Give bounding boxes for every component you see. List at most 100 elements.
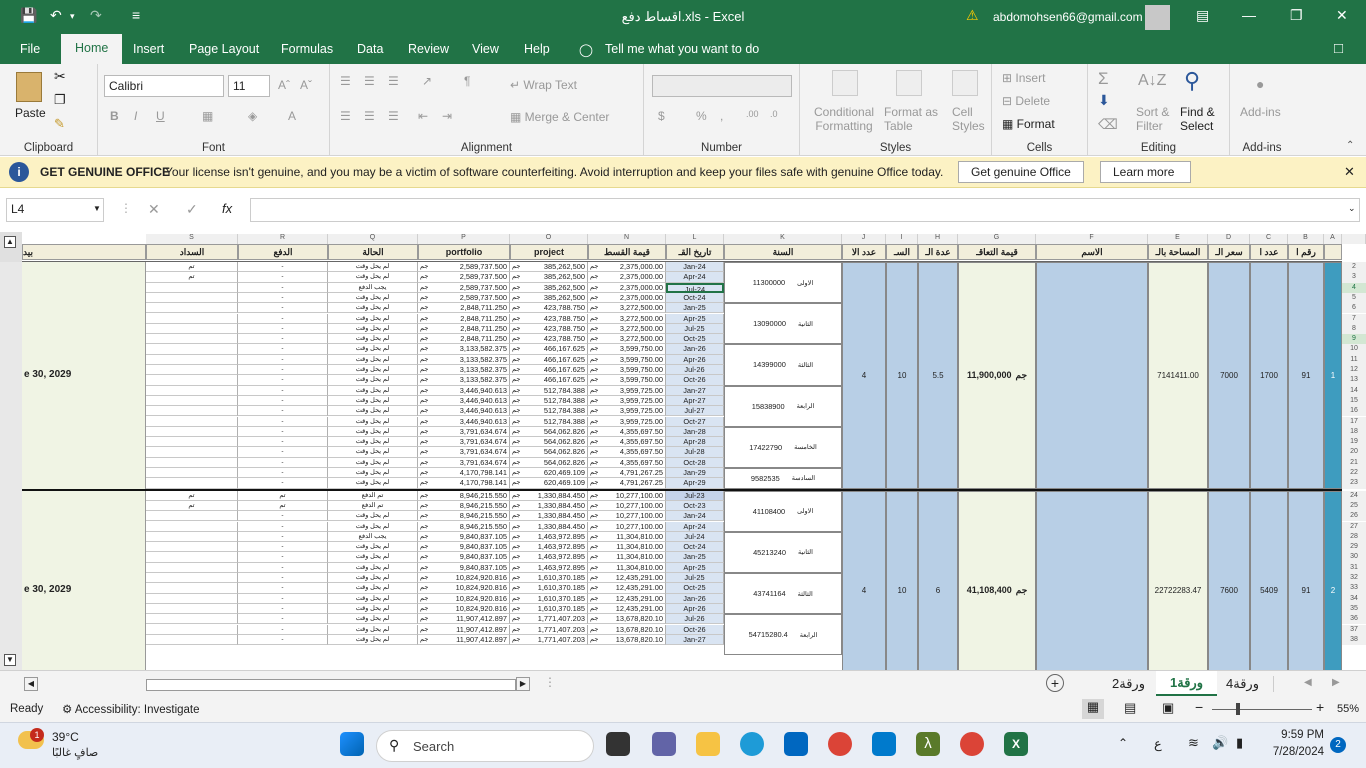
vscode-icon[interactable] xyxy=(872,732,896,756)
fill-color-icon[interactable]: ◈ xyxy=(248,109,257,123)
cell-q[interactable]: لم يحل وقت xyxy=(328,603,418,615)
cell-l[interactable]: Jul-25 xyxy=(666,573,724,584)
cell-o[interactable]: جم 620,469.109 xyxy=(510,478,588,489)
row-number[interactable]: 31 xyxy=(1342,562,1366,573)
cell-p[interactable]: جم 2,848,711.250 xyxy=(418,334,510,345)
font-name-box[interactable]: Calibri xyxy=(104,75,224,97)
cell-l[interactable]: Jan-24 xyxy=(666,262,724,273)
cell-o[interactable]: جم 466,167.625 xyxy=(510,354,588,365)
column-letter-a[interactable]: A xyxy=(1324,234,1342,244)
column-letter-c[interactable]: C xyxy=(1250,234,1288,244)
cell-n[interactable]: جم 10,277,100.00 xyxy=(588,490,666,501)
cell-s[interactable]: تم xyxy=(146,272,238,283)
task-view-icon[interactable] xyxy=(606,732,630,756)
cell-s[interactable] xyxy=(146,624,238,635)
align-top-icon[interactable]: ☰ xyxy=(340,74,351,88)
column-letter-q[interactable]: Q xyxy=(328,234,418,244)
align-bottom-icon[interactable]: ☰ xyxy=(388,74,399,88)
cell-p[interactable]: جم 2,589,737.500 xyxy=(418,262,510,273)
cell-q[interactable]: لم يحل وقت xyxy=(328,624,418,635)
cell-n[interactable]: جم 3,599,750.00 xyxy=(588,365,666,376)
year-cell[interactable]: 15838900 الرابعة xyxy=(724,385,842,427)
enter-icon[interactable]: ✓ xyxy=(186,201,198,218)
cell-o[interactable]: جم 1,330,884.450 xyxy=(510,521,588,532)
restore-icon[interactable]: ❐ xyxy=(1290,7,1303,24)
battery-icon[interactable]: ▮ xyxy=(1236,735,1243,751)
avatar[interactable] xyxy=(1145,5,1170,30)
cell-q[interactable]: لم يحل وقت xyxy=(328,262,418,273)
cancel-icon[interactable]: ✕ xyxy=(148,201,160,218)
tell-me-search[interactable]: Tell me what you want to do xyxy=(605,42,759,56)
cell-l[interactable]: Apr-25 xyxy=(666,313,724,324)
cell-s[interactable] xyxy=(146,614,238,625)
column-letter-k[interactable]: K xyxy=(724,234,842,244)
cell-o[interactable]: جم 423,788.750 xyxy=(510,313,588,324)
page-layout-view-icon[interactable]: ▤ xyxy=(1124,700,1136,716)
year-cell[interactable]: 43741164 الثالثة xyxy=(724,573,842,615)
cell-o[interactable]: جم 1,771,407.203 xyxy=(510,634,588,646)
cell-o[interactable]: جم 385,262,500 xyxy=(510,292,588,304)
cell-o[interactable]: جم 423,788.750 xyxy=(510,323,588,335)
cell-o[interactable]: جم 385,262,500 xyxy=(510,262,588,273)
percent-icon[interactable]: % xyxy=(696,109,707,123)
currency-icon[interactable]: $ xyxy=(658,109,665,123)
row-number[interactable]: 27 xyxy=(1342,521,1366,532)
cell-o[interactable]: جم 1,771,407.203 xyxy=(510,614,588,625)
close-message-icon[interactable]: ✕ xyxy=(1344,164,1355,180)
cell-q[interactable]: لم يحل وقت xyxy=(328,478,418,489)
edge-icon[interactable] xyxy=(740,732,764,756)
copy-icon[interactable]: ❐ xyxy=(54,92,66,108)
scroll-right-icon[interactable]: ▶ xyxy=(516,677,530,691)
cell-p[interactable]: جم 3,791,634.674 xyxy=(418,457,510,468)
cell-l[interactable]: Jul-24 xyxy=(666,282,724,293)
cell-p[interactable]: جم 3,133,582.375 xyxy=(418,365,510,376)
row-number[interactable]: 10 xyxy=(1342,344,1366,355)
row-number[interactable]: 14 xyxy=(1342,385,1366,396)
cell-l[interactable]: Oct-24 xyxy=(666,542,724,553)
cell-l[interactable]: Oct-25 xyxy=(666,334,724,345)
row-number[interactable]: 37 xyxy=(1342,624,1366,635)
cell-q[interactable]: لم يحل وقت xyxy=(328,521,418,532)
cell-p[interactable]: جم 11,907,412.897 xyxy=(418,634,510,646)
cell-r[interactable]: - xyxy=(238,478,328,489)
cell-o[interactable]: جم 512,784.388 xyxy=(510,395,588,407)
cell-s[interactable] xyxy=(146,634,238,646)
cell-n[interactable]: جم 11,304,810.00 xyxy=(588,562,666,573)
zoom-thumb[interactable] xyxy=(1236,703,1240,715)
delete-cells-button[interactable]: ⊟ Delete xyxy=(1002,94,1050,108)
cell-p[interactable]: جم 10,824,920.816 xyxy=(418,603,510,615)
cell-n[interactable]: جم 3,272,500.00 xyxy=(588,334,666,345)
cell-l[interactable]: Oct-24 xyxy=(666,292,724,304)
cell-r[interactable]: - xyxy=(238,603,328,615)
row-number[interactable]: 26 xyxy=(1342,511,1366,522)
cell-q[interactable]: تم الدفع xyxy=(328,500,418,512)
cell-l[interactable]: Oct-26 xyxy=(666,624,724,635)
column-letter-g[interactable]: G xyxy=(958,234,1036,244)
cell-n[interactable]: جم 12,435,291.00 xyxy=(588,573,666,584)
cell-l[interactable]: Apr-29 xyxy=(666,478,724,489)
cell-s[interactable] xyxy=(146,573,238,584)
cell-p[interactable]: جم 3,446,940.613 xyxy=(418,416,510,427)
increase-indent-icon[interactable]: ⇥ xyxy=(442,109,452,123)
rtl-icon[interactable]: ¶ xyxy=(464,74,470,88)
cell-q[interactable]: لم يحل وقت xyxy=(328,375,418,386)
cell-n[interactable]: جم 4,355,697.50 xyxy=(588,447,666,458)
cell-q[interactable]: لم يحل وقت xyxy=(328,468,418,479)
merged-cell-d[interactable]: 7600 xyxy=(1208,490,1250,670)
row-number[interactable]: 24 xyxy=(1342,490,1366,501)
cell-l[interactable]: Oct-26 xyxy=(666,375,724,386)
cell-s[interactable] xyxy=(146,542,238,553)
cell-p[interactable]: جم 2,848,711.250 xyxy=(418,323,510,335)
merged-cell-h[interactable]: 6 xyxy=(918,490,958,670)
comma-icon[interactable]: , xyxy=(720,109,723,123)
cell-s[interactable] xyxy=(146,603,238,615)
cell-s[interactable]: تم xyxy=(146,500,238,512)
cell-n[interactable]: جم 10,277,100.00 xyxy=(588,511,666,522)
cell-n[interactable]: جم 3,599,750.00 xyxy=(588,354,666,365)
year-cell[interactable]: 13090000 الثانية xyxy=(724,303,842,345)
cell-p[interactable]: جم 8,946,215.550 xyxy=(418,511,510,522)
cell-s[interactable] xyxy=(146,385,238,396)
cell-s[interactable] xyxy=(146,334,238,345)
cell-n[interactable]: جم 2,375,000.00 xyxy=(588,282,666,293)
cell-p[interactable]: جم 2,589,737.500 xyxy=(418,292,510,304)
